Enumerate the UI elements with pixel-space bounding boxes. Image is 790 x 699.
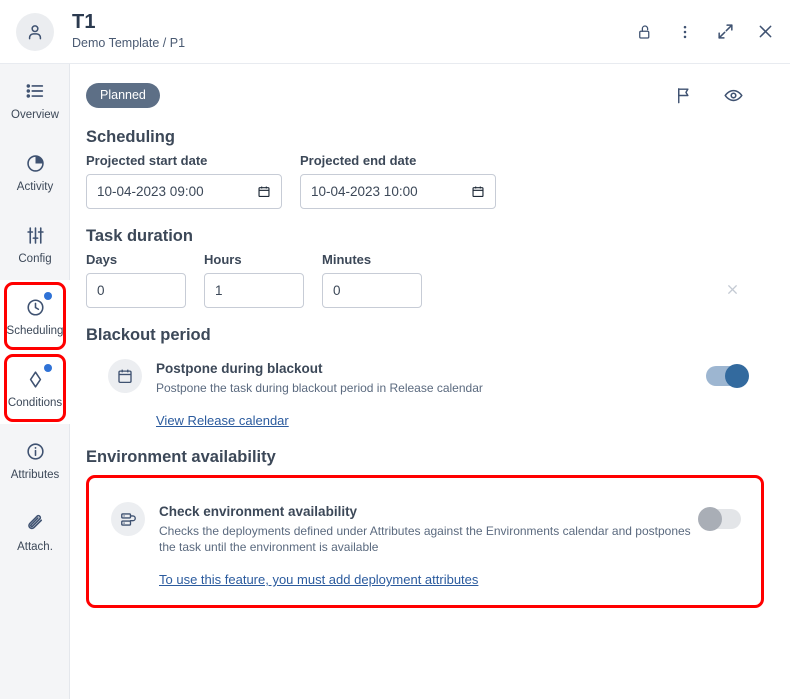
calendar-icon[interactable] bbox=[257, 184, 271, 199]
sidebar-item-attachments[interactable]: Attach. bbox=[0, 496, 70, 568]
projected-start-date-value: 10-04-2023 09:00 bbox=[97, 184, 204, 199]
scheduling-panel: Planned Scheduling Projected start date … bbox=[70, 64, 790, 699]
sidebar-item-label: Activity bbox=[16, 181, 54, 193]
sidebar-item-scheduling[interactable]: Scheduling bbox=[0, 280, 70, 352]
blackout-option-text: Postpone during blackout Postpone the ta… bbox=[156, 359, 483, 396]
toggle-knob bbox=[698, 507, 722, 531]
sidebar: Overview Activity Config Scheduling Cond… bbox=[0, 64, 70, 699]
panel-header: T1 Demo Template / P1 bbox=[0, 0, 790, 64]
notification-badge bbox=[44, 364, 52, 372]
avatar bbox=[16, 12, 54, 51]
projected-end-date-field: Projected end date 10-04-2023 10:00 bbox=[300, 153, 496, 209]
status-row: Planned bbox=[86, 80, 768, 110]
blackout-option-title: Postpone during blackout bbox=[156, 361, 323, 376]
pie-clock-icon bbox=[22, 150, 48, 176]
duration-minutes-value: 0 bbox=[333, 283, 341, 298]
add-deployment-attributes-link[interactable]: To use this feature, you must add deploy… bbox=[159, 572, 478, 587]
calendar-icon bbox=[108, 359, 142, 393]
server-icon bbox=[111, 502, 145, 536]
duration-hours-field: Hours 1 bbox=[204, 252, 304, 308]
page-title: T1 bbox=[72, 11, 96, 33]
clock-icon bbox=[22, 292, 52, 320]
notification-badge bbox=[44, 292, 52, 300]
sidebar-item-overview[interactable]: Overview bbox=[0, 64, 70, 136]
view-release-calendar-wrap: View Release calendar bbox=[156, 412, 768, 430]
duration-hours-input[interactable]: 1 bbox=[204, 273, 304, 308]
blackout-option-description: Postpone the task during blackout period… bbox=[156, 381, 483, 395]
duration-minutes-field: Minutes 0 bbox=[322, 252, 422, 308]
blackout-section-title: Blackout period bbox=[86, 326, 211, 344]
deployment-attributes-link-wrap: To use this feature, you must add deploy… bbox=[159, 571, 761, 589]
sidebar-item-attributes[interactable]: Attributes bbox=[0, 424, 70, 496]
flag-icon[interactable] bbox=[672, 84, 694, 106]
duration-days-field: Days 0 bbox=[86, 252, 186, 308]
sidebar-item-label: Scheduling bbox=[6, 325, 64, 337]
sidebar-item-label: Attach. bbox=[17, 541, 53, 553]
duration-minutes-input[interactable]: 0 bbox=[322, 273, 422, 308]
diamond-icon bbox=[22, 364, 52, 392]
duration-days-input[interactable]: 0 bbox=[86, 273, 186, 308]
postpone-during-blackout-toggle[interactable] bbox=[706, 364, 749, 388]
list-icon bbox=[22, 78, 48, 104]
panel-actions bbox=[672, 84, 744, 106]
sidebar-item-label: Config bbox=[18, 253, 52, 265]
projected-start-date-label: Projected start date bbox=[86, 153, 208, 168]
projected-end-date-value: 10-04-2023 10:00 bbox=[311, 184, 418, 199]
projected-start-date-field: Projected start date 10-04-2023 09:00 bbox=[86, 153, 282, 209]
sidebar-item-label: Attributes bbox=[10, 469, 60, 481]
task-duration-section-title: Task duration bbox=[86, 227, 193, 245]
check-environment-availability-row: Check environment availability Checks th… bbox=[89, 502, 761, 555]
breadcrumb: Demo Template / P1 bbox=[72, 36, 186, 50]
sidebar-item-activity[interactable]: Activity bbox=[0, 136, 70, 208]
date-fields-row: Projected start date 10-04-2023 09:00 Pr… bbox=[86, 153, 768, 209]
duration-hours-value: 1 bbox=[215, 283, 223, 298]
environment-option-text: Check environment availability Checks th… bbox=[159, 502, 699, 555]
paperclip-icon bbox=[22, 510, 48, 536]
check-environment-availability-toggle[interactable] bbox=[698, 507, 741, 531]
sidebar-item-label: Conditions bbox=[7, 397, 63, 409]
expand-icon[interactable] bbox=[714, 21, 736, 43]
environment-option-description: Checks the deployments defined under Att… bbox=[159, 524, 691, 554]
environment-availability-card: Check environment availability Checks th… bbox=[86, 475, 764, 608]
eye-icon[interactable] bbox=[722, 84, 744, 106]
clear-duration-button[interactable] bbox=[725, 282, 740, 300]
status-badge: Planned bbox=[86, 82, 160, 108]
duration-days-value: 0 bbox=[97, 283, 105, 298]
environment-section-title: Environment availability bbox=[86, 448, 276, 466]
sidebar-item-label: Overview bbox=[11, 109, 59, 121]
header-titles: T1 Demo Template / P1 bbox=[72, 11, 185, 52]
calendar-icon[interactable] bbox=[471, 184, 485, 199]
projected-end-date-label: Projected end date bbox=[300, 153, 417, 168]
header-actions bbox=[634, 21, 776, 43]
close-icon[interactable] bbox=[754, 21, 776, 43]
view-release-calendar-link[interactable]: View Release calendar bbox=[156, 413, 289, 428]
postpone-during-blackout-row: Postpone during blackout Postpone the ta… bbox=[86, 359, 768, 396]
sliders-icon bbox=[22, 222, 48, 248]
duration-hours-label: Hours bbox=[204, 252, 242, 267]
projected-end-date-input[interactable]: 10-04-2023 10:00 bbox=[300, 174, 496, 209]
duration-fields-row: Days 0 Hours 1 Minutes 0 bbox=[86, 252, 768, 308]
scheduling-section-title: Scheduling bbox=[86, 128, 175, 146]
info-icon bbox=[22, 438, 48, 464]
toggle-knob bbox=[725, 364, 749, 388]
environment-option-title: Check environment availability bbox=[159, 504, 358, 519]
more-vertical-icon[interactable] bbox=[674, 21, 696, 43]
projected-start-date-input[interactable]: 10-04-2023 09:00 bbox=[86, 174, 282, 209]
task-detail-panel: T1 Demo Template / P1 Overview Activity … bbox=[0, 0, 790, 699]
lock-icon[interactable] bbox=[634, 21, 656, 43]
sidebar-item-conditions[interactable]: Conditions bbox=[0, 352, 70, 424]
sidebar-item-config[interactable]: Config bbox=[0, 208, 70, 280]
duration-minutes-label: Minutes bbox=[322, 252, 372, 267]
duration-days-label: Days bbox=[86, 252, 118, 267]
